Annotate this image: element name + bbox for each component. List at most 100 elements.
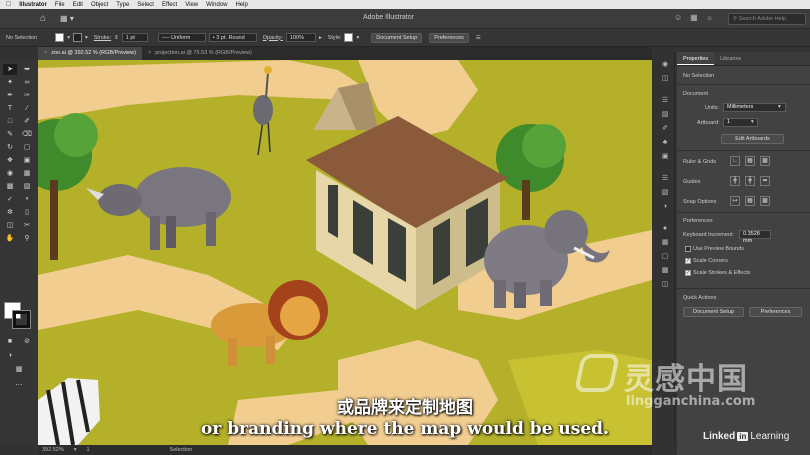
hand-tool-icon[interactable]: ✋ (3, 233, 17, 244)
align-options-icon[interactable]: ☰ (476, 35, 481, 41)
scale-strokes-checkbox[interactable]: ✓ (685, 270, 691, 276)
document-setup-button[interactable]: Document Setup (371, 32, 423, 43)
chevron-down-icon[interactable]: ▾ (74, 447, 77, 453)
variable-width-profile[interactable]: ── Uniform (157, 33, 206, 42)
menu-window[interactable]: Window (206, 2, 227, 8)
menu-file[interactable]: File (55, 2, 65, 8)
account-icon[interactable]: ☺ (674, 13, 682, 22)
artboard-canvas[interactable] (38, 60, 652, 445)
artboard-navigator[interactable]: 1 (86, 447, 89, 453)
stroke-label[interactable]: Stroke: (94, 35, 111, 41)
opacity-field[interactable]: 100% (285, 33, 316, 42)
tab-projection[interactable]: × projection.ai @ 75.53 % (RGB/Preview) (141, 47, 258, 60)
home-icon[interactable]: ⌂ (40, 13, 46, 24)
tab-libraries[interactable]: Libraries (714, 52, 747, 65)
none-mode-icon[interactable]: ⊘ (20, 336, 34, 347)
transparency-grid-icon[interactable]: ▩ (760, 156, 770, 166)
blend-tool-icon[interactable]: ⚬ (20, 194, 34, 205)
current-tool-status[interactable]: Selection (170, 447, 193, 453)
graphic-styles-icon[interactable]: ▣ (660, 152, 670, 161)
type-tool-icon[interactable]: T (3, 103, 17, 114)
brush-definition[interactable]: • 3 pt. Round (208, 33, 257, 42)
slice-tool-icon[interactable]: ✂ (20, 220, 34, 231)
mesh-tool-icon[interactable]: ▩ (3, 181, 17, 192)
brushes-icon[interactable]: ✐ (660, 124, 670, 133)
close-icon[interactable]: × (148, 50, 151, 57)
color-guide-icon[interactable]: ◉ (660, 60, 670, 69)
tab-properties[interactable]: Properties (677, 52, 715, 65)
screen-mode-icon[interactable]: ▩ (12, 364, 26, 375)
layers-icon[interactable]: ☰ (660, 96, 670, 105)
preferences-button[interactable]: Preferences (429, 32, 469, 43)
menu-view[interactable]: View (185, 2, 198, 8)
stroke-weight-field[interactable]: 1 pt (121, 33, 148, 42)
stepper-icon[interactable]: ⇕ (114, 35, 119, 41)
transparency-icon[interactable]: ◑ (660, 202, 670, 211)
lasso-icon[interactable]: ∞ (20, 77, 34, 88)
free-transform-icon[interactable]: ▣ (20, 155, 34, 166)
menu-effect[interactable]: Effect (162, 2, 177, 8)
use-preview-bounds-checkbox[interactable] (685, 246, 691, 252)
keyboard-increment-field[interactable]: 0.3528 mm (739, 230, 771, 244)
stroke-swatch[interactable] (72, 33, 82, 42)
transform-icon[interactable]: ▢ (660, 252, 670, 261)
width-tool-icon[interactable]: ❖ (3, 155, 17, 166)
rotate-tool-icon[interactable]: ↻ (3, 142, 17, 153)
menu-object[interactable]: Object (91, 2, 108, 8)
menu-help[interactable]: Help (235, 2, 247, 8)
lock-guides-icon[interactable]: ╋ (745, 176, 755, 186)
fill-swatch[interactable] (55, 33, 65, 42)
chevron-down-icon[interactable]: ▾ (356, 35, 359, 41)
zoom-tool-icon[interactable]: ⚲ (20, 233, 34, 244)
paintbrush-icon[interactable]: ✐ (20, 116, 34, 127)
artboard-tool-icon[interactable]: ◫ (3, 220, 17, 231)
chevron-right-icon[interactable]: ▸ (319, 35, 322, 41)
direct-selection-tool-icon[interactable]: ➥ (20, 64, 34, 75)
symbol-sprayer-icon[interactable]: ✼ (3, 207, 17, 218)
line-tool-icon[interactable]: ⁄ (20, 103, 34, 114)
libraries-icon[interactable]: ▨ (660, 110, 670, 119)
menu-select[interactable]: Select (137, 2, 154, 8)
help-search-input[interactable]: ⚲ Search Adobe Help (728, 13, 806, 25)
symbols-icon[interactable]: ♣ (660, 138, 670, 147)
apple-icon[interactable]:  (6, 1, 11, 8)
stroke-panel-icon[interactable]: ☰ (660, 174, 670, 183)
close-icon[interactable]: × (44, 50, 47, 57)
menu-app-name[interactable]: Illustrator (19, 2, 47, 8)
graphic-style-swatch[interactable] (344, 33, 354, 42)
appearance-icon[interactable]: ● (660, 224, 670, 233)
shaper-tool-icon[interactable]: ✎ (3, 129, 17, 140)
rectangle-tool-icon[interactable]: □ (3, 116, 17, 127)
zoom-level[interactable]: 392.52% (42, 447, 64, 453)
units-select[interactable]: Millimeters (723, 103, 786, 112)
selection-tool-icon[interactable]: ➤ (3, 64, 17, 75)
scale-corners-checkbox[interactable]: ✓ (685, 258, 691, 264)
grid-icon[interactable]: ▦ (745, 156, 755, 166)
menu-type[interactable]: Type (116, 2, 129, 8)
tab-zoo[interactable]: × zoo.ai @ 392.52 % (RGB/Preview) (38, 47, 142, 60)
snap-to-point-icon[interactable]: ↦ (730, 196, 740, 206)
eyedropper-icon[interactable]: ✓ (3, 194, 17, 205)
artboards-icon[interactable]: ◫ (660, 280, 670, 289)
chevron-down-icon[interactable]: ▾ (85, 35, 88, 41)
snap-to-grid-icon[interactable]: ▦ (745, 196, 755, 206)
document-setup-panel-button[interactable]: Document Setup (683, 307, 744, 317)
snap-to-pixel-icon[interactable]: ▩ (760, 196, 770, 206)
shape-builder-icon[interactable]: ◉ (3, 168, 17, 179)
show-guides-icon[interactable]: ╋ (730, 176, 740, 186)
pen-tool-icon[interactable]: ✒ (3, 90, 17, 101)
chevron-down-icon[interactable]: ▾ (67, 35, 70, 41)
preferences-panel-button[interactable]: Preferences (749, 307, 802, 317)
smart-guides-icon[interactable]: ➥ (760, 176, 770, 186)
scale-tool-icon[interactable]: ▢ (20, 142, 34, 153)
graph-tool-icon[interactable]: ▯ (20, 207, 34, 218)
curvature-tool-icon[interactable]: ✑ (20, 90, 34, 101)
eraser-icon[interactable]: ⌫ (20, 129, 34, 140)
align-icon[interactable]: ▦ (660, 238, 670, 247)
menu-edit[interactable]: Edit (73, 2, 83, 8)
more-tools-icon[interactable]: ⋯ (12, 380, 26, 391)
arrange-icon[interactable]: ▦ (690, 13, 698, 22)
gradient-tool-icon[interactable]: ▧ (20, 181, 34, 192)
stroke-box[interactable] (12, 310, 31, 329)
document-icon[interactable]: ◫ (660, 74, 670, 83)
